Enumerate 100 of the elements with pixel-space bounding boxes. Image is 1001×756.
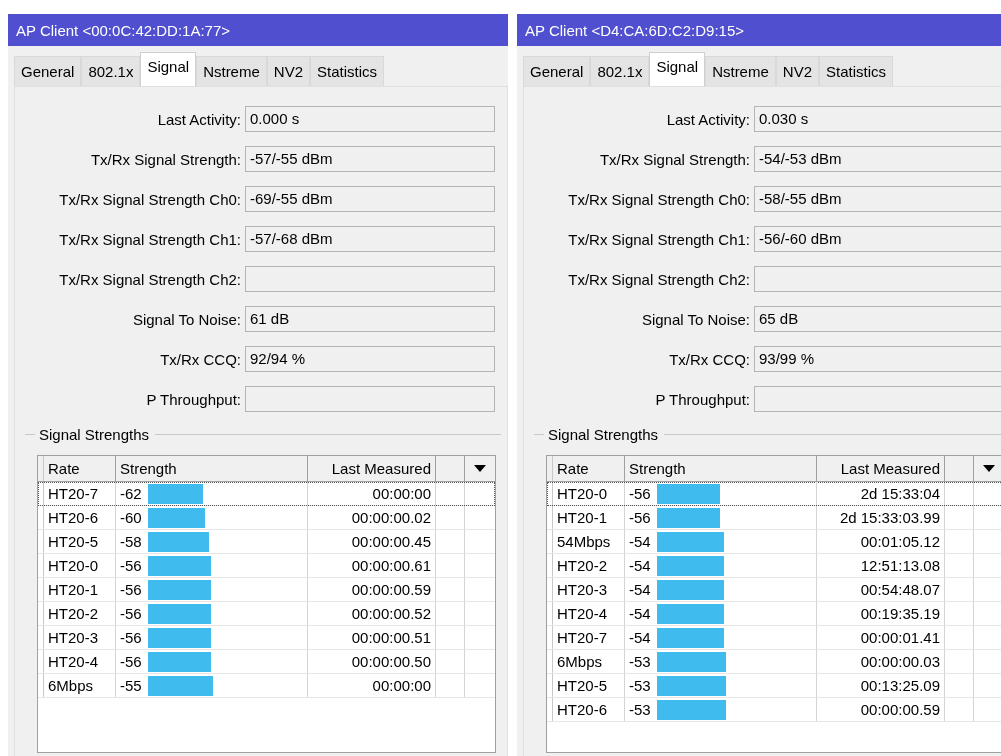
field-label: Tx/Rx Signal Strength Ch1: <box>58 230 242 248</box>
table-cell-text: -56 <box>120 653 143 670</box>
table-cell-text: -55 <box>120 677 143 694</box>
column-header[interactable]: Last Measured <box>817 456 945 481</box>
value-field[interactable]: 0.000 s <box>245 106 495 132</box>
table-cell: HT20-3 <box>557 581 608 598</box>
table-cell-text: -54 <box>629 629 652 646</box>
column-header[interactable]: Rate <box>44 456 116 481</box>
table-cell-text: -56 <box>120 605 143 622</box>
field-label: P Throughput: <box>145 390 242 408</box>
field-label: Tx/Rx Signal Strength Ch1: <box>567 230 751 248</box>
table-cell-text: -62 <box>120 485 143 502</box>
table-cell: 12:51:13.08 <box>860 557 940 574</box>
table-cell: HT20-0 <box>48 557 99 574</box>
tab[interactable]: Nstreme <box>705 56 776 86</box>
field-label: Tx/Rx CCQ: <box>668 350 751 368</box>
value-field[interactable] <box>754 386 1001 412</box>
field-label: Tx/Rx Signal Strength: <box>598 150 751 168</box>
table-cell: HT20-0 <box>557 485 608 502</box>
window-title: AP Client <00:0C:42:DD:1A:77> <box>8 14 508 46</box>
window-title: AP Client <D4:CA:6D:C2:D9:15> <box>517 14 1001 46</box>
value-field[interactable]: 61 dB <box>245 306 495 332</box>
table-cell: 00:13:25.09 <box>860 677 940 694</box>
field-label: Tx/Rx Signal Strength Ch0: <box>58 190 242 208</box>
table-cell-text: -56 <box>629 509 652 526</box>
tab[interactable]: 802.1x <box>590 56 650 86</box>
table-cell: HT20-6 <box>557 701 608 718</box>
field-label: P Throughput: <box>654 390 751 408</box>
value-field[interactable]: -58/-55 dBm <box>754 186 1001 212</box>
value-field[interactable]: 0.030 s <box>754 106 1001 132</box>
value-field[interactable] <box>245 266 495 292</box>
table-cell: 00:00:00.59 <box>860 701 940 718</box>
table-cell: 6Mbps <box>557 653 603 670</box>
table-cell: HT20-5 <box>557 677 608 694</box>
table-cell: 00:00:00.02 <box>351 509 431 526</box>
table-cell-text: -56 <box>120 629 143 646</box>
table-cell: HT20-5 <box>48 533 99 550</box>
table-cell-text: -53 <box>629 653 652 670</box>
value-field[interactable]: 92/94 % <box>245 346 495 372</box>
table-cell-text: -54 <box>629 605 652 622</box>
dropdown-icon[interactable] <box>983 465 995 472</box>
table-cell-text: -56 <box>629 485 652 502</box>
field-label: Signal To Noise: <box>131 310 242 328</box>
tab[interactable]: Statistics <box>310 56 384 86</box>
table-cell: 6Mbps <box>48 677 94 694</box>
table-cell: HT20-7 <box>48 485 99 502</box>
field-label: Tx/Rx Signal Strength Ch0: <box>567 190 751 208</box>
tab[interactable]: Statistics <box>819 56 893 86</box>
value-field[interactable]: 93/99 % <box>754 346 1001 372</box>
table-cell-text: -58 <box>120 533 143 550</box>
value-field[interactable] <box>245 386 495 412</box>
field-label: Tx/Rx Signal Strength Ch2: <box>58 270 242 288</box>
tab[interactable]: General <box>14 56 82 86</box>
table-cell: HT20-2 <box>48 605 99 622</box>
tab[interactable]: NV2 <box>266 56 310 86</box>
table-cell: 00:00:00 <box>372 485 431 502</box>
table-cell: 00:19:35.19 <box>860 605 940 622</box>
column-header[interactable]: Strength <box>625 456 817 481</box>
table-cell: HT20-7 <box>557 629 608 646</box>
tab[interactable]: General <box>523 56 591 86</box>
table-cell: 2d 15:33:04 <box>860 485 940 502</box>
group-title: Signal Strengths <box>39 425 151 443</box>
table-cell-text: -53 <box>629 701 652 718</box>
table-cell: HT20-2 <box>557 557 608 574</box>
tab[interactable]: Signal <box>649 52 706 86</box>
table-cell-text: -54 <box>629 557 652 574</box>
field-label: Signal To Noise: <box>640 310 751 328</box>
value-field[interactable]: -54/-53 dBm <box>754 146 1001 172</box>
group-title: Signal Strengths <box>548 425 660 443</box>
tab[interactable]: Nstreme <box>196 56 267 86</box>
table-cell: HT20-6 <box>48 509 99 526</box>
field-label: Last Activity: <box>665 110 751 128</box>
field-label: Tx/Rx Signal Strength Ch2: <box>567 270 751 288</box>
table-cell: 00:00:00.59 <box>351 581 431 598</box>
table-cell: HT20-4 <box>48 653 99 670</box>
value-field[interactable] <box>754 266 1001 292</box>
table-cell: 00:00:00.03 <box>860 653 940 670</box>
tab[interactable]: 802.1x <box>81 56 141 86</box>
column-header[interactable]: Last Measured <box>308 456 436 481</box>
tab[interactable]: NV2 <box>775 56 819 86</box>
value-field[interactable]: 65 dB <box>754 306 1001 332</box>
dropdown-icon[interactable] <box>474 465 486 472</box>
table-cell-text: -53 <box>629 677 652 694</box>
table-cell-text: -56 <box>120 581 143 598</box>
value-field[interactable]: -57/-55 dBm <box>245 146 495 172</box>
table-cell: 2d 15:33:03.99 <box>839 509 940 526</box>
table-cell: 00:00:00 <box>372 677 431 694</box>
field-label: Tx/Rx CCQ: <box>159 350 242 368</box>
value-field[interactable]: -57/-68 dBm <box>245 226 495 252</box>
value-field[interactable]: -56/-60 dBm <box>754 226 1001 252</box>
table-cell: 00:00:00.51 <box>351 629 431 646</box>
table-cell: 00:54:48.07 <box>860 581 940 598</box>
table-cell: HT20-1 <box>557 509 608 526</box>
table-cell: 00:01:05.12 <box>860 533 940 550</box>
value-field[interactable]: -69/-55 dBm <box>245 186 495 212</box>
table-cell-text: -56 <box>120 557 143 574</box>
column-header[interactable]: Rate <box>553 456 625 481</box>
column-header[interactable]: Strength <box>116 456 308 481</box>
table-cell: 00:00:00.45 <box>351 533 431 550</box>
tab[interactable]: Signal <box>140 52 197 86</box>
